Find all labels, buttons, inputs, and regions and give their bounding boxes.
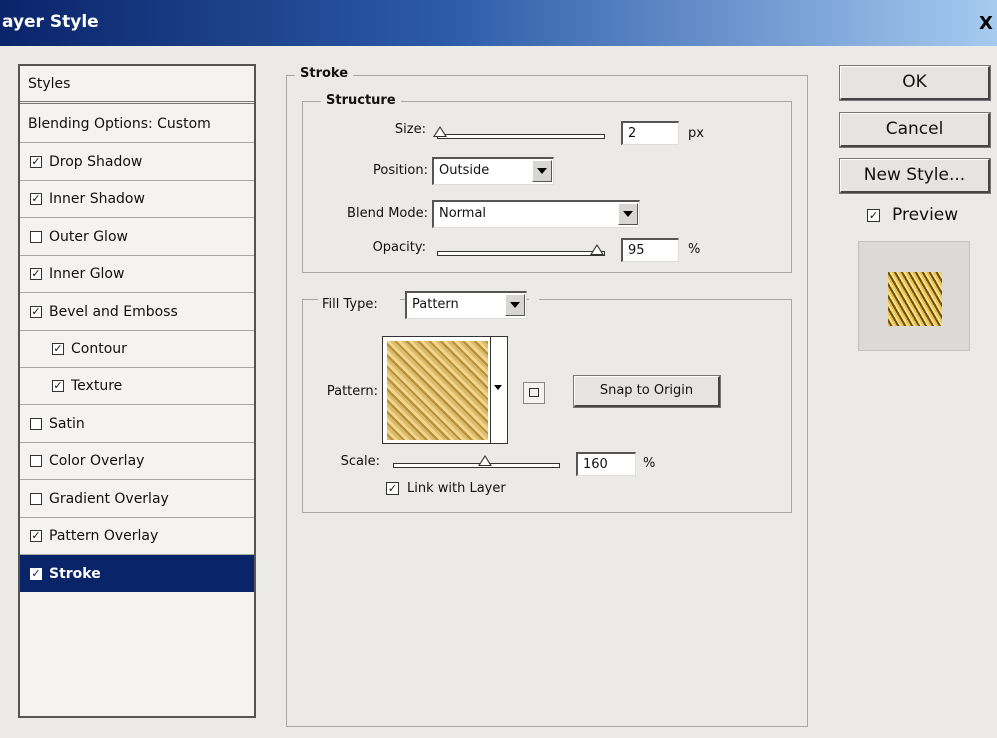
style-item-label: Contour bbox=[71, 341, 127, 357]
style-item-checkbox[interactable]: ✓ bbox=[52, 343, 64, 355]
style-item-label: Drop Shadow bbox=[49, 154, 143, 170]
position-label: Position: bbox=[373, 163, 428, 178]
opacity-unit: % bbox=[688, 242, 701, 257]
style-item-inner-glow[interactable]: ✓ Inner Glow bbox=[20, 256, 254, 293]
style-item-texture[interactable]: ✓ Texture bbox=[20, 368, 254, 405]
link-with-layer-label: Link with Layer bbox=[407, 481, 506, 496]
new-preset-icon[interactable] bbox=[523, 382, 545, 404]
style-item-checkbox[interactable] bbox=[30, 418, 42, 430]
style-item-gradient-overlay[interactable]: Gradient Overlay bbox=[20, 481, 254, 518]
style-item-label: Inner Shadow bbox=[49, 191, 145, 207]
style-item-outer-glow[interactable]: Outer Glow bbox=[20, 219, 254, 256]
style-item-contour[interactable]: ✓ Contour bbox=[20, 331, 254, 368]
cancel-button[interactable]: Cancel bbox=[839, 112, 991, 148]
scale-unit: % bbox=[643, 456, 656, 471]
chevron-down-icon[interactable] bbox=[618, 203, 638, 225]
fill-type-value: Pattern bbox=[412, 297, 459, 312]
scale-input[interactable]: 160 bbox=[576, 452, 636, 476]
blending-options-item[interactable]: Blending Options: Custom bbox=[20, 106, 254, 143]
stroke-title: Stroke bbox=[295, 66, 354, 81]
ok-button[interactable]: OK bbox=[839, 65, 991, 101]
style-item-pattern-overlay[interactable]: ✓ Pattern Overlay bbox=[20, 518, 254, 555]
preview-label: Preview bbox=[892, 205, 959, 225]
preview-panel bbox=[858, 241, 970, 351]
style-item-label: Stroke bbox=[49, 565, 101, 582]
blend-mode-select[interactable]: Normal bbox=[432, 200, 640, 228]
pattern-label: Pattern: bbox=[326, 384, 378, 399]
size-slider[interactable] bbox=[437, 134, 605, 139]
style-item-label: Satin bbox=[49, 416, 85, 432]
pattern-dropdown-divider bbox=[490, 337, 491, 443]
pattern-picker[interactable] bbox=[382, 336, 508, 444]
scale-slider-thumb[interactable] bbox=[477, 455, 492, 466]
chevron-down-icon[interactable] bbox=[505, 294, 525, 316]
opacity-input[interactable]: 95 bbox=[621, 238, 679, 262]
style-item-bevel-and-emboss[interactable]: ✓ Bevel and Emboss bbox=[20, 294, 254, 331]
position-value: Outside bbox=[439, 163, 490, 178]
style-item-checkbox[interactable]: ✓ bbox=[30, 306, 42, 318]
style-item-checkbox[interactable]: ✓ bbox=[30, 268, 42, 280]
style-item-checkbox[interactable]: ✓ bbox=[30, 530, 42, 542]
styles-header[interactable]: Styles bbox=[20, 66, 254, 104]
style-item-label: Inner Glow bbox=[49, 266, 125, 282]
opacity-slider-thumb[interactable] bbox=[589, 244, 604, 255]
size-slider-thumb[interactable] bbox=[433, 126, 448, 137]
scale-slider[interactable] bbox=[393, 463, 560, 468]
styles-list: Styles Blending Options: Custom ✓ Drop Sh… bbox=[18, 64, 256, 718]
style-item-checkbox[interactable] bbox=[30, 231, 42, 243]
chevron-down-icon[interactable] bbox=[494, 385, 502, 390]
opacity-slider[interactable] bbox=[437, 251, 605, 256]
link-with-layer-checkbox[interactable]: ✓ bbox=[386, 482, 399, 495]
size-input[interactable]: 2 bbox=[621, 121, 679, 145]
chevron-down-icon[interactable] bbox=[532, 160, 552, 182]
structure-title: Structure bbox=[321, 93, 401, 108]
style-item-color-overlay[interactable]: Color Overlay bbox=[20, 443, 254, 480]
fill-type-label: Fill Type: bbox=[318, 297, 400, 312]
pattern-swatch[interactable] bbox=[387, 341, 488, 440]
style-item-checkbox[interactable] bbox=[30, 493, 42, 505]
style-item-label: Texture bbox=[71, 378, 123, 394]
style-item-checkbox[interactable]: ✓ bbox=[30, 567, 42, 580]
style-item-label: Outer Glow bbox=[49, 229, 128, 245]
size-unit: px bbox=[688, 126, 704, 141]
scale-label: Scale: bbox=[340, 454, 380, 469]
style-item-stroke[interactable]: ✓ Stroke bbox=[20, 555, 254, 592]
position-select[interactable]: Outside bbox=[432, 157, 554, 185]
size-label: Size: bbox=[394, 122, 426, 137]
opacity-label: Opacity: bbox=[372, 240, 426, 255]
style-item-label: Gradient Overlay bbox=[49, 491, 169, 507]
style-item-label: Color Overlay bbox=[49, 453, 145, 469]
preview-checkbox[interactable]: ✓ bbox=[867, 209, 880, 222]
style-item-satin[interactable]: Satin bbox=[20, 406, 254, 443]
style-item-checkbox[interactable]: ✓ bbox=[52, 380, 64, 392]
blend-mode-value: Normal bbox=[439, 206, 487, 221]
style-item-checkbox[interactable]: ✓ bbox=[30, 156, 42, 168]
style-item-label: Bevel and Emboss bbox=[49, 304, 178, 320]
title-bar: ayer Style X bbox=[0, 0, 997, 46]
style-item-drop-shadow[interactable]: ✓ Drop Shadow bbox=[20, 144, 254, 181]
style-item-label: Pattern Overlay bbox=[49, 528, 159, 544]
new-style-button[interactable]: New Style... bbox=[839, 158, 991, 194]
fill-type-select[interactable]: Pattern bbox=[405, 291, 527, 319]
style-item-inner-shadow[interactable]: ✓ Inner Shadow bbox=[20, 181, 254, 218]
style-item-checkbox[interactable] bbox=[30, 455, 42, 467]
snap-to-origin-button[interactable]: Snap to Origin bbox=[573, 375, 721, 408]
legend-gap bbox=[529, 298, 539, 302]
blend-mode-label: Blend Mode: bbox=[347, 206, 428, 221]
style-item-checkbox[interactable]: ✓ bbox=[30, 193, 42, 205]
preview-thumbnail bbox=[888, 272, 942, 326]
window-title: ayer Style bbox=[2, 12, 99, 32]
close-icon[interactable]: X bbox=[979, 14, 997, 36]
